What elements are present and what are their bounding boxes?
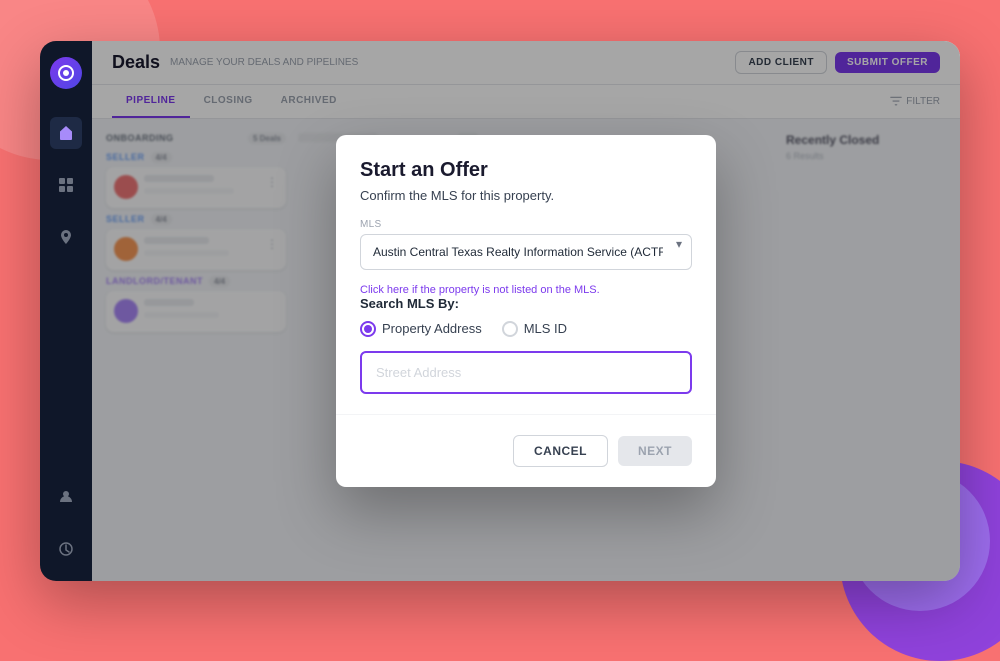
modal-subtitle: Confirm the MLS for this property. — [360, 188, 692, 203]
modal-body: Start an Offer Confirm the MLS for this … — [336, 135, 716, 394]
radio-label-mls-id: MLS ID — [524, 321, 567, 336]
radio-circle-mls-id — [502, 321, 518, 337]
radio-label-property-address: Property Address — [382, 321, 482, 336]
radio-group: Property Address MLS ID — [360, 321, 692, 337]
cancel-button[interactable]: CANCEL — [513, 435, 608, 467]
main-content: Deals MANAGE YOUR DEALS AND PIPELINES AD… — [92, 41, 960, 581]
sidebar-item-grid[interactable] — [50, 169, 82, 201]
sidebar-item-activity[interactable] — [50, 533, 82, 565]
next-button[interactable]: NEXT — [618, 436, 692, 466]
mls-not-listed-link[interactable]: Click here if the property is not listed… — [360, 284, 692, 296]
sidebar-logo — [50, 57, 82, 89]
sidebar-item-home[interactable] — [50, 117, 82, 149]
mls-form-group: MLS Austin Central Texas Realty Informat… — [360, 219, 692, 270]
mls-select[interactable]: Austin Central Texas Realty Information … — [360, 234, 692, 270]
modal-footer: CANCEL NEXT — [336, 414, 716, 487]
modal-overlay: Start an Offer Confirm the MLS for this … — [92, 41, 960, 581]
sidebar — [40, 41, 92, 581]
radio-circle-property-address — [360, 321, 376, 337]
search-by-label: Search MLS By: — [360, 296, 692, 311]
sidebar-item-profile[interactable] — [50, 481, 82, 513]
modal-title: Start an Offer — [360, 159, 692, 182]
start-offer-modal: Start an Offer Confirm the MLS for this … — [336, 135, 716, 487]
app-container: Deals MANAGE YOUR DEALS AND PIPELINES AD… — [40, 41, 960, 581]
mls-label: MLS — [360, 219, 692, 230]
street-address-input[interactable] — [360, 351, 692, 394]
radio-mls-id[interactable]: MLS ID — [502, 321, 567, 337]
sidebar-item-map[interactable] — [50, 221, 82, 253]
radio-property-address[interactable]: Property Address — [360, 321, 482, 337]
